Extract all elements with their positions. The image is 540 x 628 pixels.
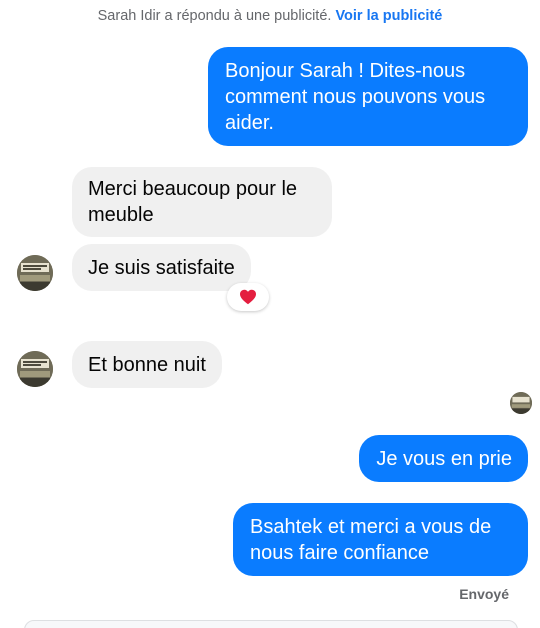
seen-receipt-avatar-image (510, 392, 532, 414)
contact-avatar[interactable] (17, 255, 53, 291)
view-ad-link[interactable]: Voir la publicité (335, 8, 442, 24)
contact-avatar-image (17, 255, 53, 291)
message-text: Bonjour Sarah ! Dites-nous comment nous … (225, 60, 486, 134)
message-text: Bsahtek et merci a vous de nous faire co… (250, 516, 492, 564)
conversation-view: Sarah Idir a répondu à une publicité. Vo… (0, 0, 540, 628)
message-bubble-incoming[interactable]: Merci beaucoup pour le meuble (72, 167, 332, 237)
contact-avatar-image (17, 351, 53, 387)
seen-receipt-avatar (510, 392, 532, 414)
message-bubble-incoming[interactable]: Et bonne nuit (72, 341, 222, 388)
delivery-status-text: Envoyé (459, 586, 509, 602)
heart-reaction[interactable] (227, 283, 269, 311)
message-bubble-outgoing[interactable]: Bsahtek et merci a vous de nous faire co… (233, 503, 528, 576)
message-text: Je suis satisfaite (88, 257, 235, 279)
delivery-status: Envoyé (459, 586, 509, 602)
message-text: Je vous en prie (376, 448, 512, 470)
ad-reply-text: Sarah Idir a répondu à une publicité. (97, 8, 332, 24)
message-text: Merci beaucoup pour le meuble (88, 178, 298, 226)
contact-avatar[interactable] (17, 351, 53, 387)
message-bubble-outgoing[interactable]: Je vous en prie (359, 435, 528, 482)
message-bubble-incoming[interactable]: Je suis satisfaite (72, 244, 251, 291)
message-bubble-outgoing[interactable]: Bonjour Sarah ! Dites-nous comment nous … (208, 47, 528, 146)
composer-bar[interactable] (24, 620, 518, 628)
heart-icon (240, 289, 256, 305)
ad-reply-notice: Sarah Idir a répondu à une publicité. Vo… (0, 8, 540, 24)
message-text: Et bonne nuit (88, 354, 206, 376)
